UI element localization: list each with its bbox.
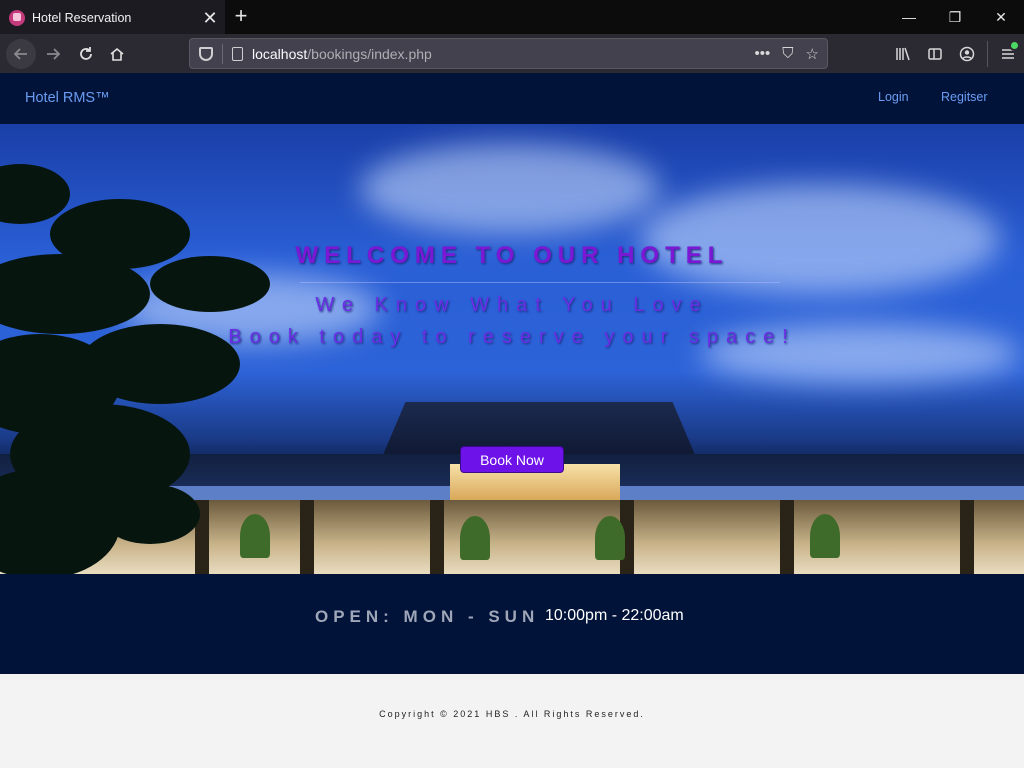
minimize-button[interactable]: — — [886, 0, 932, 34]
shield-icon[interactable] — [199, 46, 213, 61]
site-navbar: Hotel RMS™ Login Regitser — [0, 73, 1024, 124]
sidebar-icon[interactable] — [919, 34, 951, 73]
bookmark-star-icon[interactable]: ☆ — [806, 45, 819, 63]
pillar — [300, 500, 314, 574]
home-button[interactable] — [102, 39, 132, 69]
cloud — [640, 184, 1000, 294]
book-now-button[interactable]: Book Now — [460, 446, 564, 473]
tree-silhouette — [0, 164, 270, 574]
hero-banner: WELCOME TO OUR HOTEL We Know What You Lo… — [0, 124, 1024, 574]
pocket-icon[interactable]: ⛉ — [782, 45, 793, 62]
close-window-button[interactable]: ✕ — [978, 0, 1024, 34]
url-path: /bookings/index.php — [307, 45, 432, 62]
new-tab-button[interactable]: + — [228, 4, 254, 30]
site-footer: Copyright © 2021 HBS . All Rights Reserv… — [0, 674, 1024, 768]
opening-days: OPEN: MON - SUN — [315, 607, 540, 626]
account-icon[interactable] — [951, 34, 983, 73]
hero-tagline-1: We Know What You Love — [315, 294, 709, 316]
browser-titlebar: Hotel Reservation ✕ + — ❐ ✕ — [0, 0, 1024, 34]
opening-hours-section: OPEN: MON - SUN 10:00pm - 22:00am — [0, 574, 1024, 674]
reload-button[interactable] — [71, 39, 101, 69]
url-host: localhost — [252, 45, 308, 62]
tab-close-icon[interactable]: ✕ — [195, 8, 225, 29]
pillar — [780, 500, 794, 574]
url-text[interactable]: localhost/bookings/index.php — [252, 46, 432, 62]
arrow-left-icon — [13, 48, 27, 60]
library-icon[interactable] — [887, 34, 919, 73]
site-brand[interactable]: Hotel RMS™ — [25, 90, 110, 106]
hero-tagline-2: Book today to reserve your space! — [228, 326, 796, 348]
back-button[interactable] — [6, 39, 36, 69]
forward-button[interactable] — [38, 39, 68, 69]
hamburger-menu-icon[interactable] — [992, 34, 1024, 73]
plant — [460, 516, 490, 560]
reload-icon — [80, 47, 92, 60]
update-badge-icon — [1009, 40, 1020, 51]
arrow-right-icon — [47, 48, 61, 60]
more-actions-icon[interactable]: ••• — [755, 45, 771, 62]
favicon-icon — [9, 10, 25, 26]
divider — [987, 40, 988, 67]
plant — [810, 514, 840, 558]
copyright-text: Copyright © 2021 HBS . All Rights Reserv… — [379, 709, 645, 719]
web-page: Hotel RMS™ Login Regitser WELCOME TO OUR… — [0, 73, 1024, 768]
register-link[interactable]: Regitser — [941, 90, 988, 104]
cloud — [360, 144, 660, 234]
pillar — [960, 500, 974, 574]
address-bar[interactable]: localhost/bookings/index.php ••• ⛉ ☆ — [189, 38, 828, 69]
login-link[interactable]: Login — [878, 90, 909, 104]
tab-title: Hotel Reservation — [32, 11, 132, 25]
home-icon — [110, 47, 124, 61]
hero-divider — [300, 282, 780, 283]
plant — [595, 516, 625, 560]
page-icon — [232, 46, 243, 61]
maximize-button[interactable]: ❐ — [932, 0, 978, 34]
browser-toolbar: localhost/bookings/index.php ••• ⛉ ☆ — [0, 34, 1024, 73]
browser-tab[interactable]: Hotel Reservation ✕ — [0, 0, 225, 34]
divider — [222, 43, 223, 64]
pillar — [430, 500, 444, 574]
opening-time: 10:00pm - 22:00am — [545, 607, 684, 624]
hero-heading: WELCOME TO OUR HOTEL — [295, 242, 729, 269]
